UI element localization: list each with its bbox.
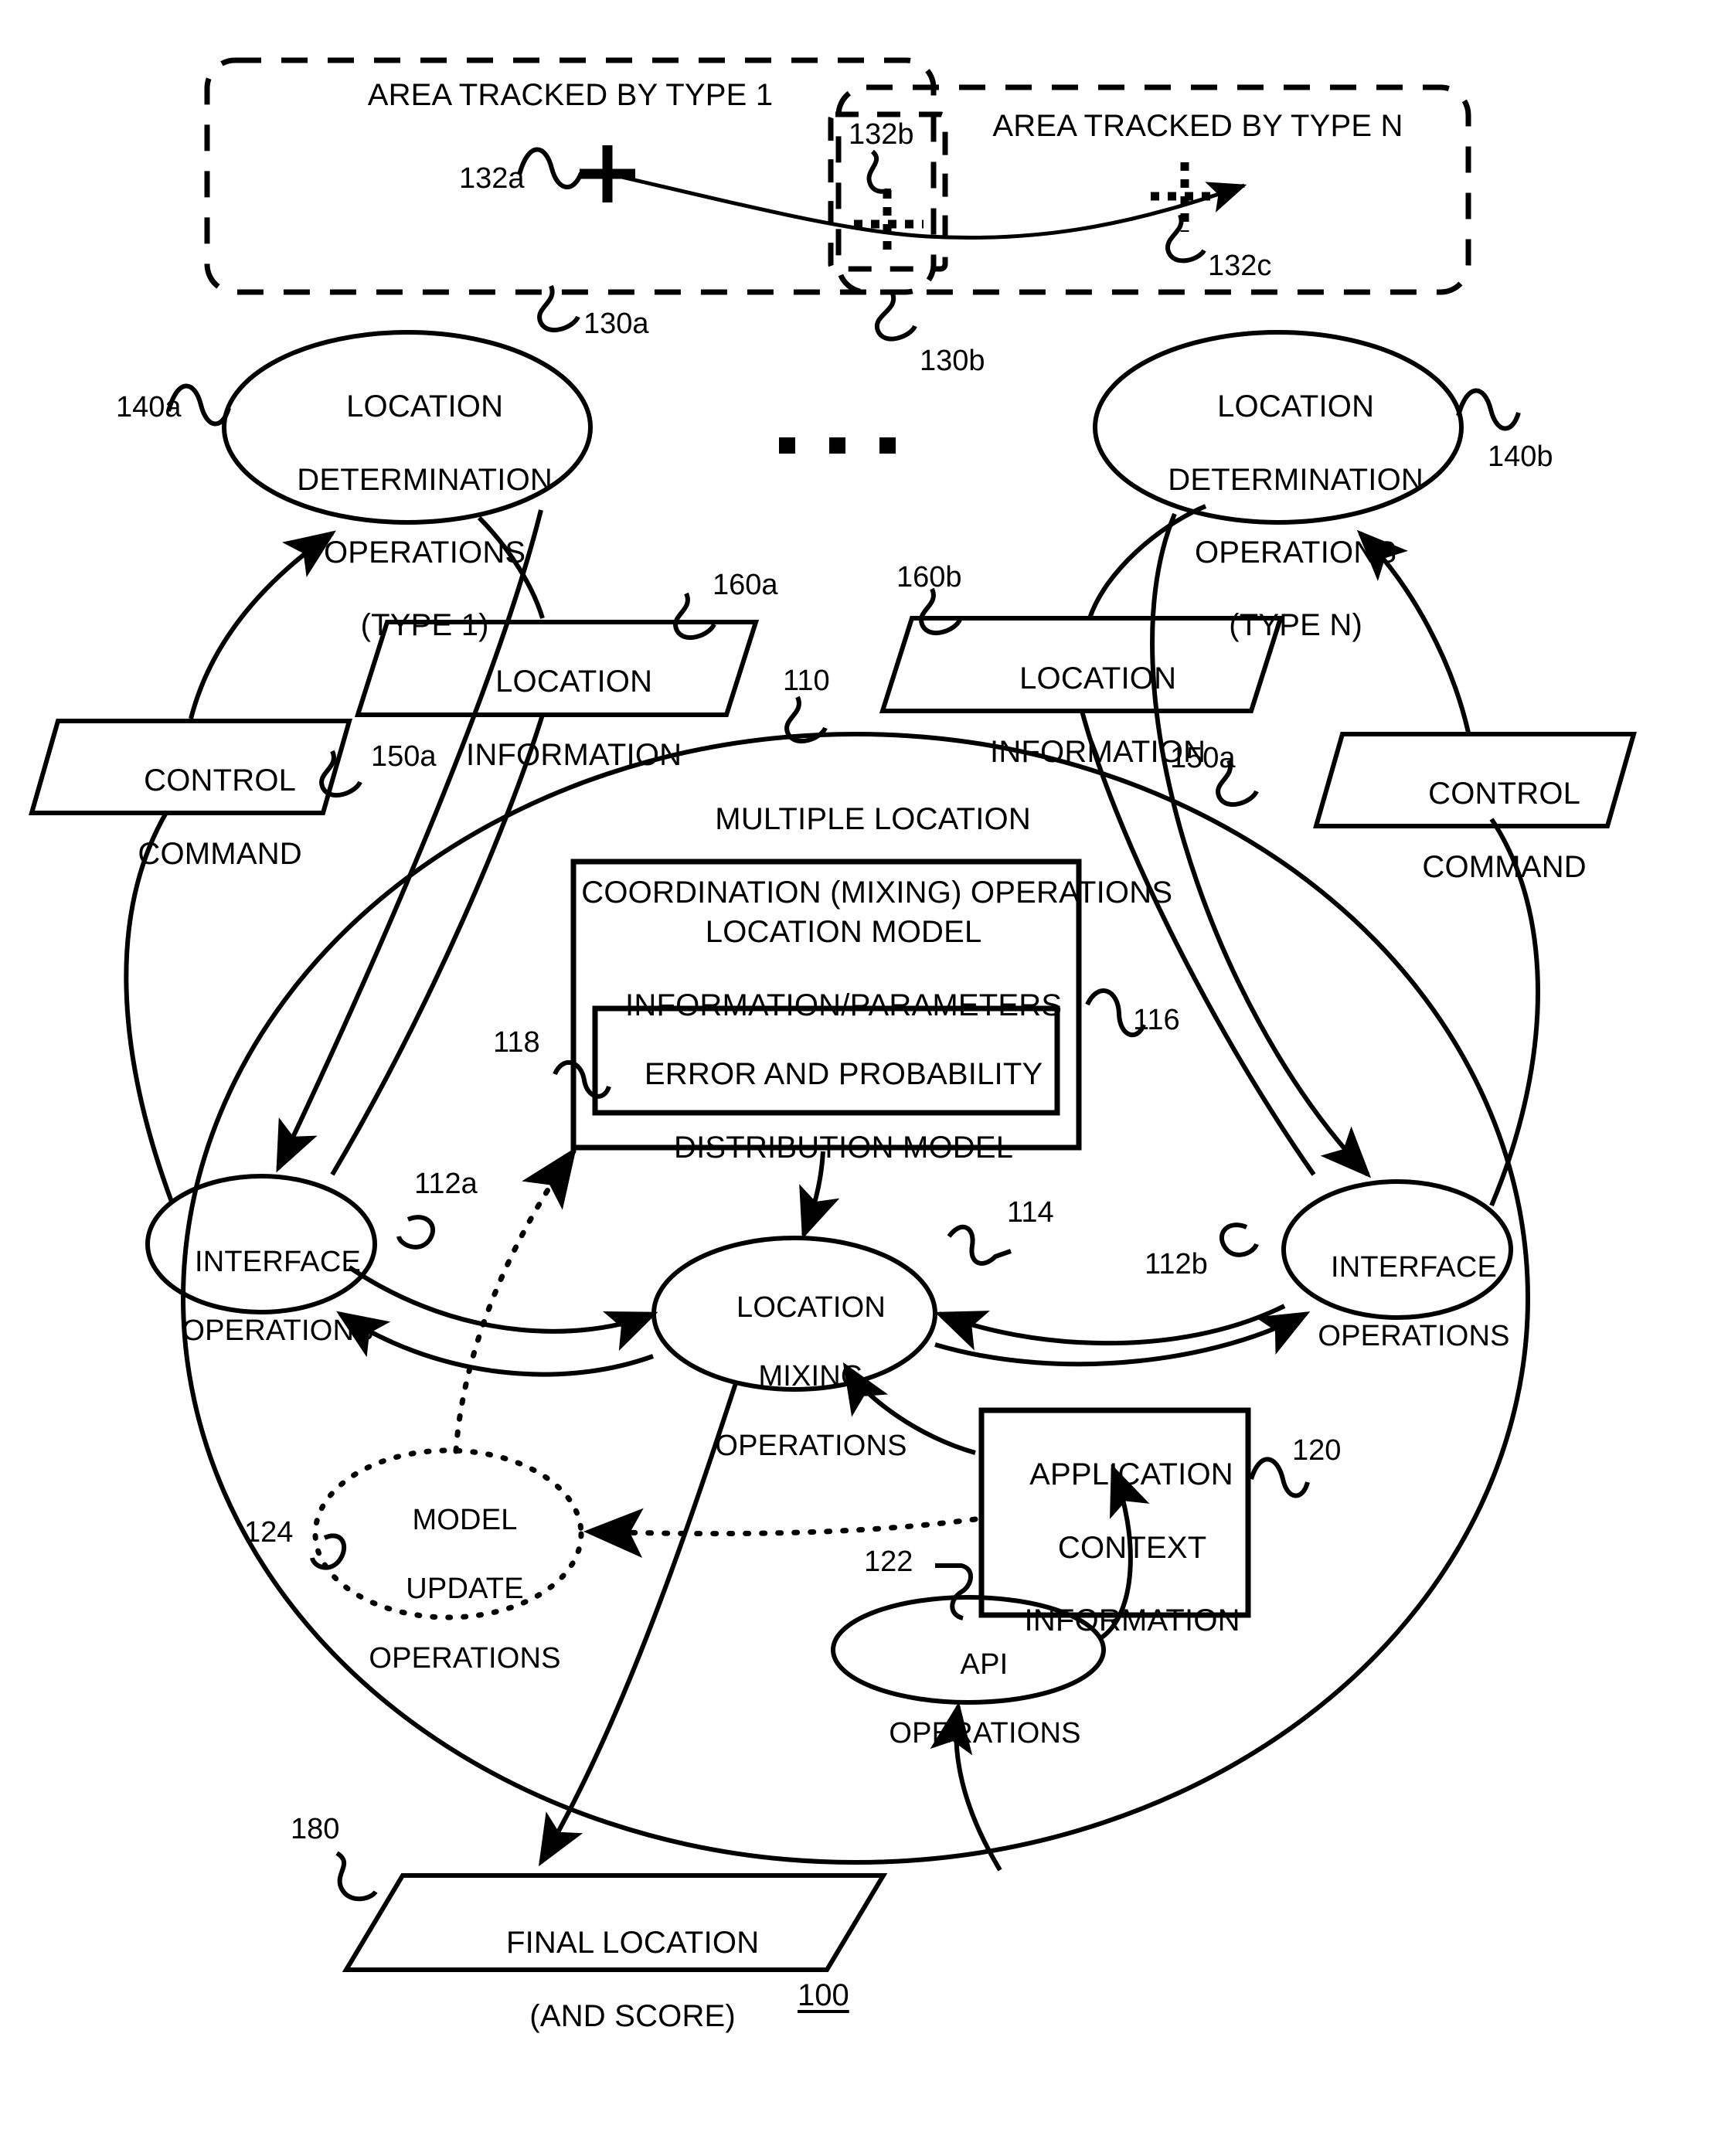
ref-124: 124 <box>244 1516 294 1549</box>
mix-line2: MIXING <box>758 1360 864 1393</box>
fl-line2: (AND SCORE) <box>529 1998 736 2033</box>
ref-114: 114 <box>1007 1196 1054 1229</box>
err-box-line1: ERROR AND PROBABILITY <box>644 1057 1043 1092</box>
model-box-line1: LOCATION MODEL <box>705 915 982 950</box>
marker-132b-cross <box>854 190 924 255</box>
ref-120: 120 <box>1292 1434 1342 1467</box>
coord-title-line1: MULTIPLE LOCATION <box>715 802 1031 837</box>
ref-160b: 160b <box>896 561 962 593</box>
marker-132c-cross <box>1151 162 1219 232</box>
figure-number: 100 <box>798 1978 849 2012</box>
final-location-label: FINAL LOCATION (AND SCORE) <box>383 1889 847 2071</box>
ref-132a: 132a <box>459 162 525 195</box>
ref-122: 122 <box>864 1546 913 1578</box>
ac-line1: APPLICATION <box>1029 1457 1233 1492</box>
if-left-line1: INTERFACE <box>194 1245 362 1278</box>
patent-figure-canvas: AREA TRACKED BY TYPE 1 AREA TRACKED BY T… <box>0 0 1711 2156</box>
ldoN-line2: DETERMINATION <box>1168 462 1424 497</box>
cc-left-line1: CONTROL <box>144 763 297 798</box>
model-update-operations-label: MODEL UPDATE OPERATIONS <box>328 1468 568 1711</box>
mix-line3: OPERATIONS <box>715 1430 907 1463</box>
trajectory-path <box>617 174 1247 240</box>
control-command-left-label: CONTROL COMMAND <box>48 726 357 909</box>
mu-line1: MODEL <box>412 1503 518 1536</box>
ref-112a: 112a <box>414 1168 478 1200</box>
cc-right-line2: COMMAND <box>1422 849 1587 884</box>
location-mixing-operations-label: LOCATION MIXING OPERATIONS <box>675 1256 914 1498</box>
ldoN-line1: LOCATION <box>1217 389 1375 424</box>
ref-180: 180 <box>291 1813 340 1845</box>
model-box-line2: INFORMATION/PARAMETERS <box>625 988 1063 1022</box>
area-tracked-type1-label: AREA TRACKED BY TYPE 1 <box>367 78 774 112</box>
ref-140b: 140b <box>1488 440 1553 473</box>
interface-operations-right-label: INTERFACE OPERATIONS <box>1277 1216 1517 1389</box>
li-right-line1: LOCATION <box>1019 661 1177 696</box>
ref-160a: 160a <box>713 569 778 601</box>
ellipsis-between-determination-ops <box>779 437 896 454</box>
ldo1-line2: DETERMINATION <box>297 462 553 497</box>
ldoN-line3: OPERATIONS <box>1194 535 1397 570</box>
control-command-right-label: CONTROL COMMAND <box>1332 740 1641 922</box>
api-line1: API <box>960 1648 1009 1681</box>
if-right-line1: INTERFACE <box>1330 1250 1498 1284</box>
mu-line2: UPDATE <box>406 1573 524 1606</box>
mix-line1: LOCATION <box>736 1291 886 1324</box>
if-right-line2: OPERATIONS <box>1318 1320 1510 1353</box>
ref-110: 110 <box>783 665 830 697</box>
li-left-line1: LOCATION <box>495 665 653 699</box>
ldo1-line3: OPERATIONS <box>323 535 526 570</box>
fl-line1: FINAL LOCATION <box>505 1926 760 1960</box>
api-operations-label: API OPERATIONS <box>849 1613 1088 1786</box>
ref-150a-left: 150a <box>371 740 437 773</box>
ref-112b: 112b <box>1145 1248 1208 1280</box>
ac-line2: CONTEXT <box>1057 1530 1207 1565</box>
ref-132b: 132b <box>849 118 914 151</box>
ref-132c: 132c <box>1208 250 1272 282</box>
ref-118: 118 <box>493 1026 540 1059</box>
ref-140a: 140a <box>116 391 182 423</box>
cc-left-line2: COMMAND <box>138 836 302 871</box>
area-tracked-typeN-label: AREA TRACKED BY TYPE N <box>992 109 1403 143</box>
ref-116: 116 <box>1133 1004 1180 1036</box>
interface-operations-left-label: INTERFACE OPERATIONS <box>141 1210 381 1383</box>
ref-130b: 130b <box>920 345 985 377</box>
mu-line3: OPERATIONS <box>369 1642 561 1675</box>
api-line2: OPERATIONS <box>889 1717 1081 1750</box>
ref-130a: 130a <box>583 308 649 340</box>
err-box-line2: DISTRIBUTION MODEL <box>674 1130 1014 1165</box>
if-left-line2: OPERATIONS <box>182 1314 374 1348</box>
marker-132a-cross <box>580 145 635 202</box>
error-probability-box-label: ERROR AND PROBABILITY DISTRIBUTION MODEL <box>595 1020 1057 1202</box>
cc-right-line1: CONTROL <box>1428 777 1581 811</box>
ldo1-line1: LOCATION <box>346 389 504 424</box>
ref-150a-right: 150a <box>1170 742 1236 774</box>
